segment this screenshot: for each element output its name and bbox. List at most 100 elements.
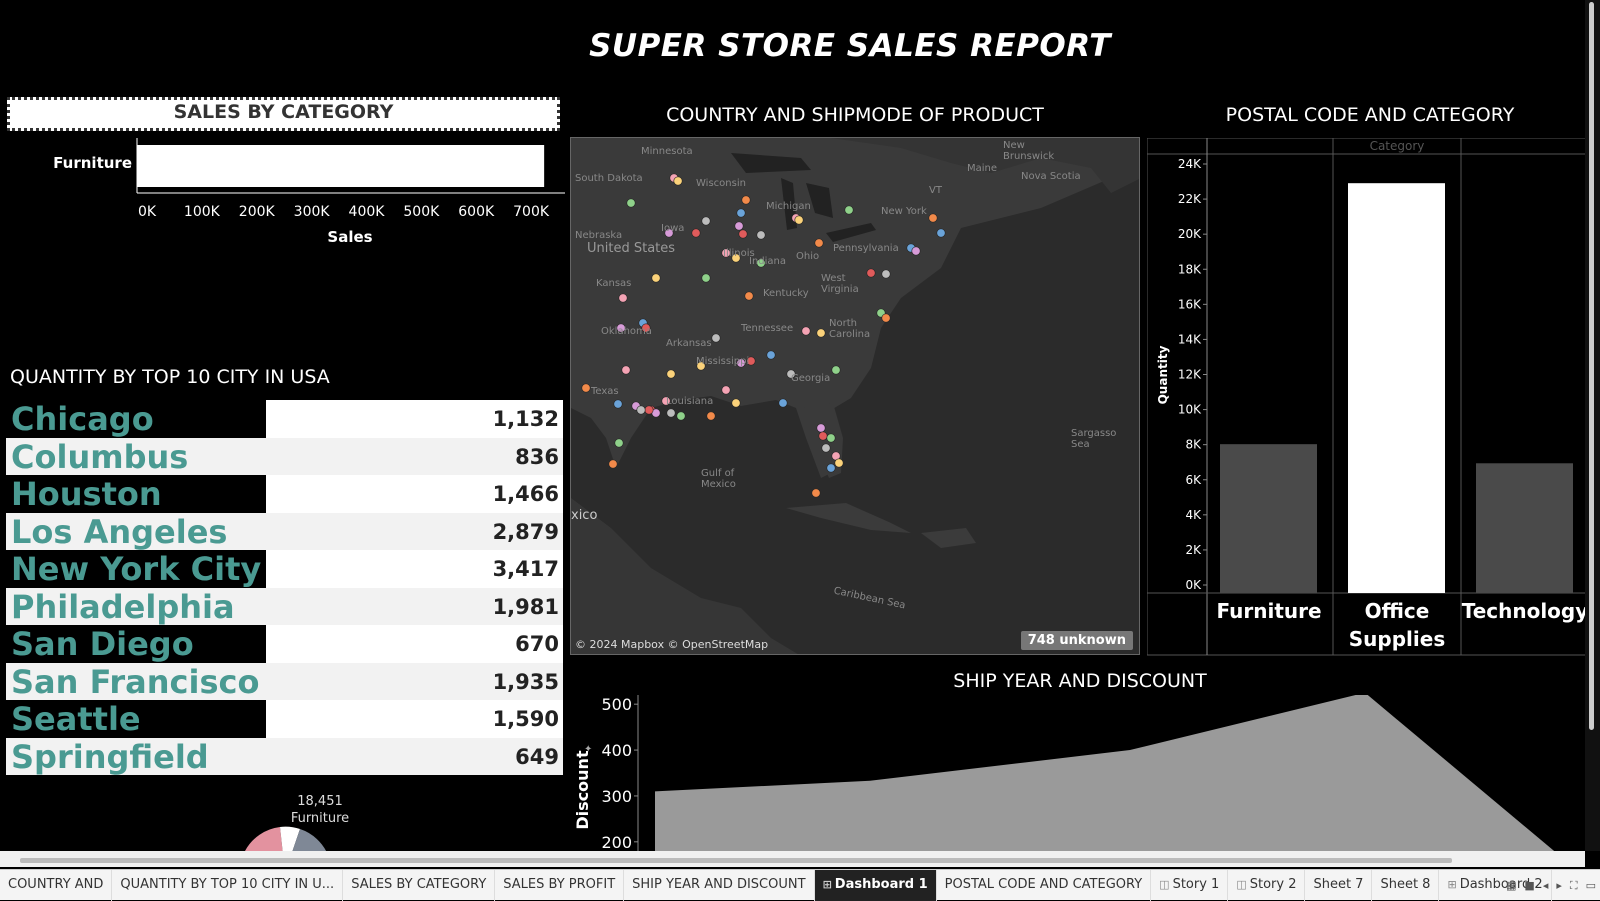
table-row[interactable]: San Diego 670 [6, 625, 563, 663]
tab-sheet-8[interactable]: Sheet 8 [1372, 869, 1440, 901]
map-label-pennsylvania: Pennsylvania [833, 243, 899, 254]
tab-sales-by-category[interactable]: SALES BY CATEGORY [343, 869, 496, 901]
table-row[interactable]: Columbus 836 [6, 437, 563, 476]
city-name: Philadelphia [11, 587, 235, 626]
map-point [936, 228, 946, 238]
map-point [744, 291, 754, 301]
map-attribution[interactable]: © 2024 Mapbox © OpenStreetMap [575, 638, 768, 651]
table-row[interactable]: Philadelphia 1,981 [6, 587, 563, 626]
report-title: SUPER STORE SALES REPORT [589, 28, 1111, 64]
map-point [626, 198, 636, 208]
city-quantity: 670 [515, 632, 559, 656]
x-axis-label: Sales [327, 228, 372, 246]
map-point [636, 405, 646, 415]
filmstrip-icon[interactable]: ■ [1524, 879, 1534, 892]
dashboard-icon: ⊞ [822, 877, 832, 891]
grid-view-icon[interactable]: ▦ [1506, 879, 1516, 892]
map-point [666, 369, 676, 379]
y-tick-label: 500 [601, 695, 632, 714]
prev-sheet-icon[interactable]: ◂ [1543, 879, 1549, 892]
x-tick-label: 400K [349, 204, 386, 220]
map-point [818, 431, 828, 441]
axis-pin-icon: ✦ [584, 744, 592, 755]
category-label-furniture: Furniture [53, 154, 132, 172]
quantity-by-city-table: Chicago 1,132 Columbus 836 Houston 1,466 Los A… [6, 400, 563, 775]
map-point [811, 488, 821, 498]
table-row[interactable]: Springfield 649 [6, 737, 563, 775]
map-point [721, 385, 731, 395]
tab-label: Story 2 [1249, 876, 1297, 892]
map-label-sargasso: Sargasso Sea [1071, 428, 1117, 450]
tab-sheet-7[interactable]: Sheet 7 [1305, 869, 1373, 901]
map-point [911, 246, 921, 256]
table-row[interactable]: Los Angeles 2,879 [6, 512, 563, 550]
horizontal-scrollbar-thumb[interactable] [20, 858, 1452, 863]
map-label-oklahoma: Oklahoma [601, 326, 652, 337]
city-quantity: 1,590 [492, 707, 559, 731]
vertical-scrollbar-thumb[interactable] [1589, 2, 1594, 730]
city-quantity: 649 [515, 744, 559, 769]
tab-sales-by-profit[interactable]: SALES BY PROFIT [495, 869, 625, 901]
map-label-texas: Texas [591, 386, 619, 397]
map-label-georgia: Georgia [791, 373, 831, 384]
table-row[interactable]: Houston 1,466 [6, 475, 563, 513]
y-tick-label: 10K [1178, 403, 1202, 417]
presentation-icon[interactable]: ▭ [1586, 879, 1596, 892]
category-label: Furniture [1216, 599, 1321, 623]
map-point [778, 398, 788, 408]
table-row[interactable]: Chicago 1,132 [6, 400, 563, 438]
map-title: COUNTRY AND SHIPMODE OF PRODUCT [666, 104, 1044, 126]
x-tick-label: 100K [184, 204, 221, 220]
city-name: Seattle [11, 700, 141, 738]
tab-quantity-by-top-10-city-in-u[interactable]: QUANTITY BY TOP 10 CITY IN U... [112, 869, 344, 901]
map-point [766, 350, 776, 360]
map-point [881, 269, 891, 279]
map-label-ohio: Ohio [796, 251, 820, 262]
story-icon: ◫ [1159, 877, 1170, 891]
map-label-nebraska: Nebraska [575, 230, 623, 241]
map-label-vt: VT [929, 185, 942, 196]
table-row[interactable]: Seattle 1,590 [6, 700, 563, 738]
tab-postal-code-and-category[interactable]: POSTAL CODE AND CATEGORY [937, 869, 1152, 901]
map-label-gulf: Gulf of Mexico [701, 468, 736, 490]
unknown-locations-badge[interactable]: 748 unknown [1020, 631, 1133, 650]
table-row[interactable]: New York City 3,417 [6, 550, 563, 588]
fullscreen-icon[interactable]: ⛶ [1570, 879, 1578, 893]
pie-slice-value: 18,451 [297, 794, 343, 809]
tab-story-1[interactable]: ◫ Story 1 [1151, 869, 1229, 901]
bar-furniture [137, 145, 545, 187]
map-point [673, 176, 683, 186]
map-label-wisconsin: Wisconsin [696, 178, 746, 189]
city-name: Columbus [11, 437, 189, 476]
tab-dashboard-1[interactable]: ⊞ Dashboard 1 [814, 869, 937, 901]
map-label-maine: Maine [967, 163, 998, 174]
tab-ship-year-and-discount[interactable]: SHIP YEAR AND DISCOUNT [624, 869, 815, 901]
category-label-line: Supplies [1349, 627, 1445, 651]
story-icon: ◫ [1236, 877, 1247, 891]
map-point [816, 328, 826, 338]
map-point [794, 215, 804, 225]
map-point [613, 399, 623, 409]
pie-slice-furniture [245, 827, 283, 851]
y-axis-label: Quantity [1156, 345, 1170, 404]
city-quantity: 1,132 [492, 407, 559, 431]
map-label-louisiana: Louisiana [666, 396, 714, 407]
map-point [581, 383, 591, 393]
map-point [691, 228, 701, 238]
map-label-south-dakota: South Dakota [575, 173, 643, 184]
tab-story-2[interactable]: ◫ Story 2 [1228, 869, 1306, 901]
table-row[interactable]: San Francisco 1,935 [6, 662, 563, 700]
tab-country-and[interactable]: COUNTRY AND [0, 869, 113, 901]
y-tick-label: 200 [601, 833, 632, 851]
map-label-nova-scotia: Nova Scotia [1021, 171, 1081, 182]
map-label-new-brunswick: New Brunswick [1003, 140, 1055, 162]
tab-label: SHIP YEAR AND DISCOUNT [632, 876, 806, 892]
map-point [731, 398, 741, 408]
city-quantity: 1,981 [492, 594, 559, 619]
shipmode-map[interactable]: United States Minnesota Wisconsin Michig… [570, 137, 1140, 655]
map-label-mexico: xico [571, 508, 598, 523]
y-tick-label: 4K [1185, 508, 1202, 522]
y-tick-label: 2K [1185, 543, 1202, 557]
next-sheet-icon[interactable]: ▸ [1556, 879, 1562, 892]
map-point [814, 238, 824, 248]
